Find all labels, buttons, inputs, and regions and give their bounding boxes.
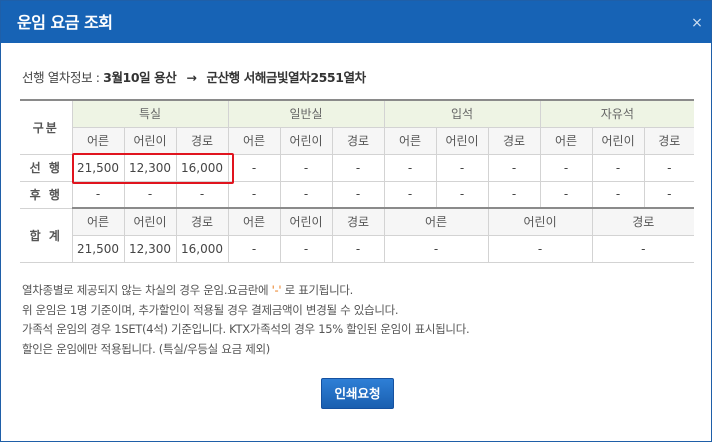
passenger-type-header: 어린이 [279,127,333,155]
total-header-row: 합 계 어른 어린이 경로 어른 어린이 경로 어른 어린이 경로 [20,207,695,263]
passenger-type-header: 경로 [643,127,695,155]
passenger-type-header: 어른 [383,127,437,155]
note-line: 할인은 운임에만 적용됩니다. (특실/우등실 요금 제외) [22,341,270,356]
fare-cell: - [331,154,385,182]
total-type-header: 어린이 [279,207,333,236]
total-type-header: 어른 [383,207,489,236]
total-type-header: 어른 [71,207,124,236]
note-line: 열차종별로 제공되지 않는 차실의 경우 운임.요금란에 '-' 로 표기됩니다… [22,281,469,301]
fare-cell: - [175,181,229,209]
train-info: 선행 열차정보 : 3월10일 용산 → 군산행 서해금빛열차2551열차 [22,67,366,86]
passenger-type-header: 어린이 [123,127,176,155]
note-line: 위 운임은 1명 기준이며, 추가할인이 적용될 경우 결제금액이 변경될 수 … [22,302,399,317]
table-row-leading: 선 행 21,500 12,300 16,000 - - - - - - - -… [20,154,695,182]
fare-table: 구분 특실 일반실 입석 자유석 어른 어린이 경로 어른 어린이 경로 어른 … [20,99,695,263]
total-cell: - [331,235,385,263]
fare-cell: - [591,181,645,209]
total-type-header: 어린이 [487,207,593,236]
fare-cell: - [227,181,281,209]
note-text: 열차종별로 제공되지 않는 차실의 경우 운임.요금란에 [22,283,272,297]
passenger-type-header: 경로 [331,127,385,155]
grade-header-standard: 일반실 [227,99,385,128]
note-text: 로 표기됩니다. [281,283,354,297]
total-type-header: 경로 [591,207,695,236]
close-icon[interactable]: × [688,14,706,32]
passenger-type-header: 어린이 [591,127,645,155]
train-destination: 군산행 서해금빛열차2551열차 [206,70,366,85]
dialog-titlebar: 운임 요금 조회 × [1,1,711,43]
fare-cell: - [435,181,489,209]
train-info-label: 선행 열차정보 : [22,70,104,85]
dialog-title: 운임 요금 조회 [17,13,113,32]
passenger-type-header: 어른 [71,127,124,155]
note-dash: '-' [271,283,282,297]
row-label-total: 합 계 [20,208,72,263]
fare-cell: - [331,181,385,209]
total-type-header: 어른 [227,207,281,236]
total-type-header: 경로 [175,207,229,236]
total-cell: - [383,235,489,263]
fare-cell: - [487,181,541,209]
fare-cell: - [279,154,333,182]
grade-header-first-class: 특실 [71,99,229,128]
total-cell: - [227,235,281,263]
fare-cell: - [539,154,593,182]
train-route: 3월10일 용산 [103,70,177,85]
row-label-following: 후 행 [20,181,72,209]
fare-cell: - [643,181,695,209]
fare-cell: - [383,154,437,182]
total-type-header: 경로 [331,207,385,236]
division-header: 구분 [20,99,72,155]
fare-cell: - [487,154,541,182]
fare-cell: - [435,154,489,182]
table-row-following: 후 행 - - - - - - - - - - - - [20,181,695,209]
note-line: 가족석 운임의 경우 1SET(4석) 기준입니다. KTX가족석의 경우 15… [22,322,470,336]
fare-cell: - [539,181,593,209]
passenger-type-header: 어린이 [435,127,489,155]
fare-cell: - [279,181,333,209]
total-cell: - [279,235,333,263]
passenger-type-header: 어른 [539,127,593,155]
grade-header-free-seat: 자유석 [539,99,695,128]
fare-cell: 16,000 [175,154,229,182]
total-cell: 12,300 [123,235,176,263]
fare-cell: 12,300 [123,154,176,182]
fare-cell: - [643,154,695,182]
arrow-icon: → [186,70,197,85]
fare-cell: - [227,154,281,182]
fare-inquiry-dialog: 운임 요금 조회 × 선행 열차정보 : 3월10일 용산 → 군산행 서해금빛열차… [0,0,712,442]
total-cell: - [487,235,593,263]
grade-header-standing: 입석 [383,99,541,128]
total-cell: 16,000 [175,235,229,263]
total-cell: 21,500 [71,235,124,263]
total-value-row: 21,500 12,300 16,000 - - - - - - [20,235,695,263]
fare-cell: - [71,181,124,209]
passenger-type-header: 경로 [487,127,541,155]
fare-cell: 21,500 [71,154,124,182]
grade-header-row: 구분 특실 일반실 입석 자유석 [20,99,695,155]
print-request-button[interactable]: 인쇄요청 [321,378,394,409]
fare-cell: - [383,181,437,209]
notes: 열차종별로 제공되지 않는 차실의 경우 운임.요금란에 '-' 로 표기됩니다… [22,281,470,359]
fare-cell: - [591,154,645,182]
total-cell: - [591,235,695,263]
passenger-type-header: 어른 [227,127,281,155]
passenger-type-header: 경로 [175,127,229,155]
passenger-type-row: 어른 어린이 경로 어른 어린이 경로 어른 어린이 경로 어른 어린이 경로 [20,127,695,155]
row-label-leading: 선 행 [20,154,72,182]
fare-cell: - [123,181,176,209]
total-type-header: 어린이 [123,207,176,236]
